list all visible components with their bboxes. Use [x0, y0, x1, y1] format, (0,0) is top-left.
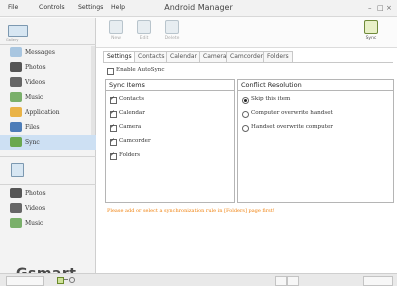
sync-items-panel: Sync Items Contacts Calendar Camera Camcord…	[105, 79, 235, 203]
sync-camcorder-checkbox[interactable]	[110, 137, 117, 146]
sync-calendar-checkbox[interactable]	[110, 109, 117, 118]
edit-button[interactable]: Edit	[133, 20, 155, 41]
close-button[interactable]: ×	[386, 4, 392, 12]
sidebar-item-music[interactable]: Music	[0, 90, 96, 105]
conflict-resolution-title: Conflict Resolution	[238, 80, 393, 91]
sidebar-item-label: Application	[25, 109, 60, 116]
messages-icon	[10, 47, 22, 57]
new-button[interactable]: New	[105, 20, 127, 41]
conflict-option-label: Handset overwrite computer	[251, 124, 333, 130]
sidebar: Gallery Messages Photos Videos Music Applica…	[0, 18, 96, 282]
sidebar-item-messages[interactable]: Messages	[0, 45, 96, 60]
sync-item-label: Contacts	[119, 96, 145, 102]
sync-icon	[364, 20, 378, 34]
device-connected-icon	[57, 277, 64, 284]
card-device-icon[interactable]	[11, 163, 24, 177]
enable-autosync-label: Enable AutoSync	[116, 67, 165, 73]
device-label: Gallery	[6, 38, 19, 42]
sync-item-label: Camcorder	[119, 138, 151, 144]
sidebar-item-videos[interactable]: Videos	[0, 75, 96, 90]
application-icon	[10, 107, 22, 117]
new-label: New	[111, 36, 121, 41]
camera-icon	[10, 188, 22, 198]
music-icon	[10, 218, 22, 228]
sidebar-item-label: Photos	[25, 64, 46, 71]
divider	[0, 184, 96, 185]
card-item-photos[interactable]: Photos	[0, 186, 96, 201]
tab-divider	[103, 62, 393, 63]
new-icon	[109, 20, 123, 34]
sidebar-item-label: Messages	[25, 49, 55, 56]
status-left-button[interactable]	[6, 276, 44, 286]
title-bar: File Controls Settings Help Android Mana…	[0, 0, 397, 17]
edit-icon	[137, 20, 151, 34]
card-item-videos[interactable]: Videos	[0, 201, 96, 216]
music-icon	[10, 92, 22, 102]
conflict-resolution-panel: Conflict Resolution Skip this item Comput…	[237, 79, 394, 203]
sidebar-item-label: Music	[25, 94, 44, 101]
conflict-option-radio[interactable]	[242, 97, 249, 104]
delete-button[interactable]: Delete	[161, 20, 183, 41]
video-icon	[10, 77, 22, 87]
maximize-button[interactable]: □	[377, 4, 384, 12]
delete-label: Delete	[164, 36, 180, 41]
sync-contacts-checkbox[interactable]	[110, 95, 117, 104]
minimize-button[interactable]: –	[368, 4, 372, 12]
card-item-label: Photos	[25, 190, 46, 197]
sync-camera-checkbox[interactable]	[110, 123, 117, 132]
sync-label: Sync	[365, 36, 377, 41]
sidebar-item-photos[interactable]: Photos	[0, 60, 96, 75]
sync-item-label: Camera	[119, 124, 142, 130]
status-right-button[interactable]	[363, 276, 393, 286]
status-button-1[interactable]	[275, 276, 287, 286]
divider	[0, 156, 96, 157]
conflict-option-radio[interactable]	[242, 125, 249, 132]
camera-icon	[10, 62, 22, 72]
sync-button[interactable]: Sync	[360, 20, 382, 41]
sync-item-label: Folders	[119, 152, 141, 158]
conflict-option-label: Skip this item	[251, 96, 291, 102]
app-title: Android Manager	[164, 3, 233, 12]
edit-label: Edit	[139, 36, 149, 41]
sidebar-item-label: Videos	[25, 79, 46, 86]
warning-message: Please add or select a synchronization r…	[107, 208, 275, 214]
phone-device-icon[interactable]	[8, 25, 28, 37]
conflict-option-label: Computer overwrite handset	[251, 110, 333, 116]
sidebar-item-files[interactable]: Files	[0, 120, 96, 135]
card-item-label: Music	[25, 220, 44, 227]
connection-line-icon	[64, 279, 68, 280]
sync-icon	[10, 137, 22, 147]
status-button-2[interactable]	[287, 276, 299, 286]
sidebar-item-application[interactable]: Application	[0, 105, 96, 120]
sidebar-item-label: Sync	[25, 139, 40, 146]
enable-autosync-checkbox[interactable]	[107, 68, 114, 75]
card-item-label: Videos	[25, 205, 46, 212]
sidebar-item-label: Files	[25, 124, 40, 131]
usb-icon	[69, 277, 75, 283]
sync-folders-checkbox[interactable]	[110, 151, 117, 160]
video-icon	[10, 203, 22, 213]
card-item-music[interactable]: Music	[0, 216, 96, 231]
status-bar	[0, 273, 397, 286]
conflict-option-radio[interactable]	[242, 111, 249, 118]
delete-icon	[165, 20, 179, 34]
sync-item-label: Calendar	[119, 110, 145, 116]
sidebar-item-sync[interactable]: Sync	[0, 135, 96, 150]
files-icon	[10, 122, 22, 132]
sync-items-title: Sync Items	[106, 80, 234, 91]
